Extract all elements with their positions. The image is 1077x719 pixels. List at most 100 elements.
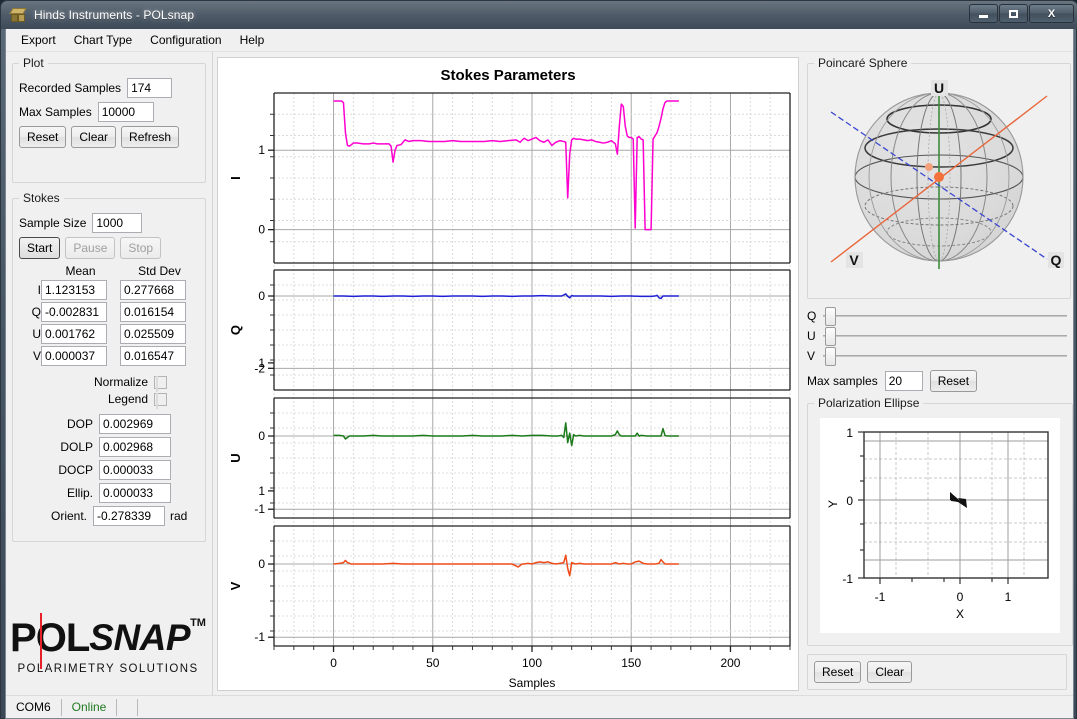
menu-chart-type[interactable]: Chart Type bbox=[65, 30, 141, 50]
dop-row: DOP bbox=[19, 414, 199, 434]
row-label-i: I bbox=[19, 279, 41, 301]
plot-clear-button[interactable]: Clear bbox=[71, 126, 116, 148]
x-tick-label: 0 bbox=[330, 656, 337, 670]
right-panel: Poincaré Sphere bbox=[803, 52, 1073, 695]
ellipse-plot-surface[interactable]: 1 0 -1 -1 0 1 Y X bbox=[820, 418, 1060, 633]
orient-label: Orient. bbox=[51, 509, 87, 523]
start-button[interactable]: Start bbox=[19, 237, 60, 259]
ellipse-ytick-mid: 0 bbox=[846, 494, 853, 508]
title-bar: Hinds Instruments - POLsnap X bbox=[1, 1, 1077, 29]
plot-reset-button[interactable]: Reset bbox=[19, 126, 66, 148]
slider-v-label: V bbox=[807, 349, 823, 363]
stddev-i-input[interactable] bbox=[120, 280, 186, 300]
pause-button[interactable]: Pause bbox=[65, 237, 115, 259]
y-tick-label: 1 bbox=[258, 143, 265, 157]
recorded-samples-input[interactable] bbox=[127, 78, 172, 98]
sphere-reset-button[interactable]: Reset bbox=[930, 370, 977, 392]
app-icon bbox=[10, 7, 27, 24]
sphere-max-samples-input[interactable] bbox=[885, 371, 923, 391]
subplot-ylabel-i: I bbox=[228, 176, 243, 180]
stokes-table-header: Mean Std Dev bbox=[19, 263, 199, 279]
mean-i-input[interactable] bbox=[41, 280, 107, 300]
legend-checkbox[interactable] bbox=[154, 393, 167, 406]
ellipse-clear-button[interactable]: Clear bbox=[867, 661, 912, 683]
logo-red-bar bbox=[40, 613, 42, 669]
stddev-q-input[interactable] bbox=[120, 302, 186, 322]
sphere-max-samples-label: Max samples bbox=[807, 374, 878, 388]
poincare-legend: Poincaré Sphere bbox=[814, 56, 911, 70]
logo-trademark: TM bbox=[190, 617, 206, 629]
minimize-button[interactable] bbox=[969, 4, 998, 23]
poincare-sphere-view[interactable]: U Q V bbox=[814, 74, 1064, 289]
row-label-q: Q bbox=[19, 301, 41, 323]
plot-refresh-button[interactable]: Refresh bbox=[121, 126, 179, 148]
orient-input[interactable] bbox=[93, 506, 165, 526]
slider-q-label: Q bbox=[807, 309, 823, 323]
normalize-label: Normalize bbox=[94, 375, 148, 389]
x-tick-label: 50 bbox=[426, 656, 440, 670]
ellipse-xtick-right: 1 bbox=[1005, 590, 1012, 604]
column-header-stddev: Std Dev bbox=[120, 263, 199, 279]
menu-export[interactable]: Export bbox=[12, 30, 65, 50]
slider-u-label: U bbox=[807, 329, 823, 343]
dolp-row: DOLP bbox=[19, 437, 199, 457]
menu-configuration[interactable]: Configuration bbox=[141, 30, 230, 50]
maximize-button[interactable] bbox=[999, 4, 1028, 23]
menu-help[interactable]: Help bbox=[231, 30, 274, 50]
stokes-parameters-chart[interactable]: 01I0-2Q10-1U10-1V050100150200Samples bbox=[218, 58, 798, 690]
table-row: Q bbox=[19, 301, 199, 323]
recorded-samples-label: Recorded Samples bbox=[19, 81, 121, 95]
x-tick-label: 100 bbox=[522, 656, 542, 670]
ellipse-xtick-left: -1 bbox=[875, 590, 886, 604]
table-row: V bbox=[19, 345, 199, 367]
ellip-label: Ellip. bbox=[67, 486, 93, 500]
dop-input[interactable] bbox=[99, 414, 171, 434]
slider-u-thumb[interactable] bbox=[825, 327, 836, 346]
x-tick-label: 200 bbox=[720, 656, 740, 670]
application-window: Hinds Instruments - POLsnap X Export Cha… bbox=[0, 0, 1077, 719]
orient-row: Orient. rad bbox=[19, 506, 199, 526]
sample-size-input[interactable] bbox=[92, 213, 142, 233]
polarization-ellipse-group: Polarization Ellipse bbox=[807, 396, 1073, 646]
docp-row: DOCP bbox=[19, 460, 199, 480]
stop-button[interactable]: Stop bbox=[120, 237, 161, 259]
y-tick-label: 0 bbox=[258, 223, 265, 237]
stokes-group: Stokes Sample Size Start Pause Stop Mean bbox=[12, 191, 206, 542]
y-tick-label: 1 bbox=[258, 356, 265, 370]
mean-v-input[interactable] bbox=[41, 346, 107, 366]
stokes-chart-card[interactable]: Stokes Parameters 01I0-2Q10-1U10-1V05010… bbox=[217, 57, 799, 691]
ellipse-reset-button[interactable]: Reset bbox=[814, 661, 861, 683]
ellipse-buttons-group: Reset Clear bbox=[807, 654, 1067, 690]
menu-bar: Export Chart Type Configuration Help bbox=[6, 29, 1073, 52]
stokes-group-legend: Stokes bbox=[19, 191, 64, 205]
normalize-checkbox[interactable] bbox=[154, 376, 167, 389]
slider-q-thumb[interactable] bbox=[825, 307, 836, 326]
logo-wordmark: POL SNAP TM bbox=[10, 615, 206, 661]
polarization-ellipse-chart[interactable]: 1 0 -1 -1 0 1 Y X bbox=[820, 418, 1060, 630]
y-tick-label: -1 bbox=[254, 630, 265, 644]
logo-snap-text: SNAP bbox=[89, 618, 190, 658]
mean-u-input[interactable] bbox=[41, 324, 107, 344]
polsnap-logo: POL SNAP TM POLARIMETRY SOLUTIONS bbox=[12, 601, 204, 689]
minimize-icon bbox=[979, 15, 988, 18]
slider-u[interactable] bbox=[823, 327, 1067, 344]
window-title: Hinds Instruments - POLsnap bbox=[34, 8, 194, 22]
stokes-stats-table: Mean Std Dev I Q bbox=[19, 263, 199, 367]
dolp-input[interactable] bbox=[99, 437, 171, 457]
ellip-input[interactable] bbox=[99, 483, 171, 503]
max-samples-row: Max Samples bbox=[19, 102, 199, 122]
slider-q[interactable] bbox=[823, 307, 1067, 324]
max-samples-input[interactable] bbox=[98, 102, 154, 122]
series-q bbox=[334, 294, 679, 299]
stddev-v-input[interactable] bbox=[120, 346, 186, 366]
mean-q-input[interactable] bbox=[41, 302, 107, 322]
sample-size-row: Sample Size bbox=[19, 213, 199, 233]
slider-v-thumb[interactable] bbox=[825, 347, 836, 366]
client-area: Export Chart Type Configuration Help Plo… bbox=[5, 29, 1074, 719]
docp-input[interactable] bbox=[99, 460, 171, 480]
x-axis-label: Samples bbox=[509, 676, 556, 690]
close-button[interactable]: X bbox=[1029, 4, 1074, 23]
sample-size-label: Sample Size bbox=[19, 216, 86, 230]
slider-v[interactable] bbox=[823, 347, 1067, 364]
stddev-u-input[interactable] bbox=[120, 324, 186, 344]
